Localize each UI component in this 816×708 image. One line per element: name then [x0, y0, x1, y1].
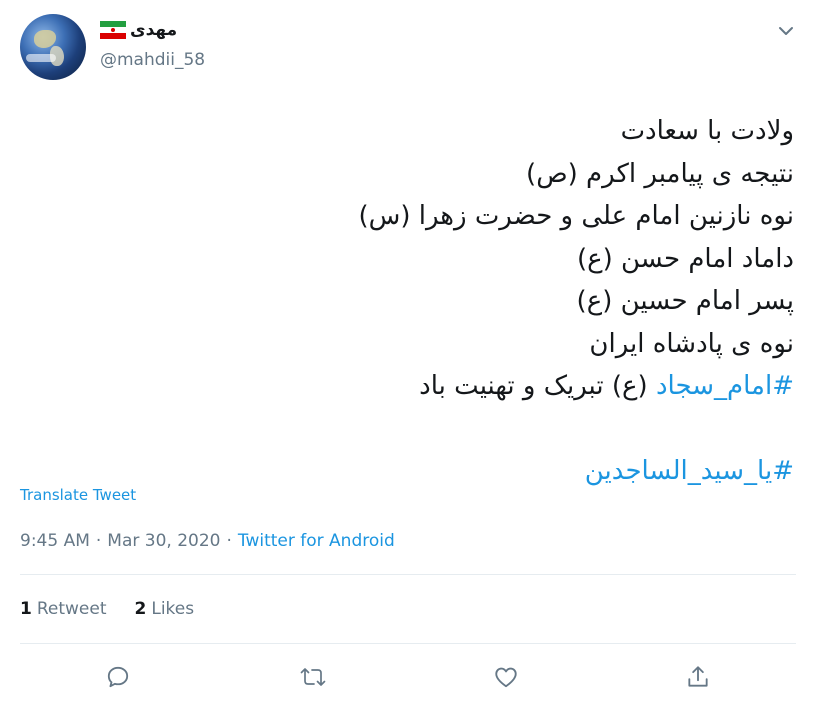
user-handle[interactable]: @mahdii_58 [100, 50, 205, 70]
divider [20, 574, 796, 575]
tweet-line: پسر امام حسین (ع) [576, 286, 794, 316]
retweet-button[interactable] [296, 660, 330, 694]
retweets-label: Retweet [36, 599, 107, 619]
translate-tweet-link[interactable]: Translate Tweet [20, 486, 136, 504]
divider [20, 643, 796, 644]
meta-separator: · [226, 531, 232, 551]
reply-icon [107, 666, 129, 688]
tweet-line: نوه ی پادشاه ایران [589, 328, 794, 359]
retweet-icon [300, 668, 326, 686]
share-icon [688, 666, 708, 687]
tweet-line-rest: (ع) تبریک و تهنیت باد [419, 371, 656, 401]
tweet-text: ولادت با سعادت نتیجه ی پیامبر اکرم (ص) ن… [74, 110, 794, 493]
iran-flag-icon [100, 21, 126, 39]
tweet-line: ولادت با سعادت [620, 116, 794, 146]
tweet-line: داماد امام حسن (ع) [576, 243, 794, 274]
like-icon [495, 667, 517, 688]
hashtag-link[interactable]: #یا_سید_الساجدین [585, 456, 794, 486]
retweets-count: 1 [20, 599, 32, 619]
tweet-time[interactable]: 9:45 AM [20, 531, 90, 551]
avatar[interactable] [20, 14, 86, 80]
reply-button[interactable] [101, 660, 135, 694]
tweet-date[interactable]: Mar 30, 2020 [107, 531, 220, 551]
share-button[interactable] [681, 660, 715, 694]
tweet-line-hashtag2: #یا_سید_الساجدین [74, 450, 794, 493]
likes-count: 2 [134, 599, 147, 619]
tweet-line: نوه نازنین امام علی و حضرت زهرا (س) [358, 201, 794, 231]
tweet-line-hashtag: #امام_سجاد (ع) تبریک و تهنیت باد [74, 365, 794, 408]
chevron-down-icon[interactable] [774, 20, 798, 42]
likes-label: Likes [151, 599, 195, 619]
retweets-stat[interactable]: 1 Retweet [20, 599, 107, 619]
meta-separator: · [95, 531, 102, 551]
likes-stat[interactable]: 2 Likes [135, 599, 195, 619]
tweet-stats: 1 Retweet 2 Likes [20, 599, 194, 619]
display-name[interactable]: مهدی [130, 20, 177, 40]
tweet-meta: 9:45 AM · Mar 30, 2020 · Twitter for And… [20, 531, 395, 551]
user-name-row[interactable]: مهدی [100, 20, 177, 40]
like-button[interactable] [489, 660, 523, 694]
tweet-actions [0, 660, 816, 694]
tweet-source-link[interactable]: Twitter for Android [238, 531, 395, 551]
hashtag-link[interactable]: #امام_سجاد [656, 371, 794, 401]
tweet-line: نتیجه ی پیامبر اکرم (ص) [526, 158, 794, 189]
